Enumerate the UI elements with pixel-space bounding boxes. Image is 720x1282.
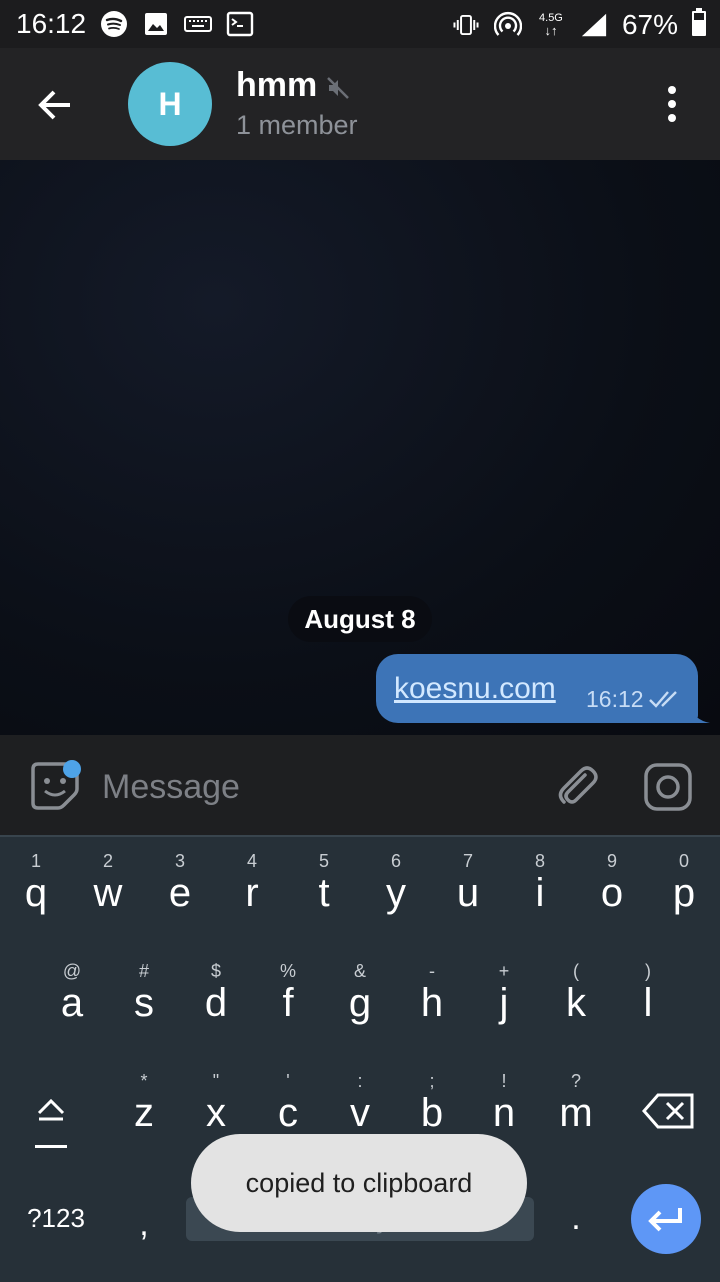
- key-q[interactable]: 1q: [0, 851, 72, 915]
- period-key[interactable]: .: [554, 1199, 598, 1238]
- hotspot-icon: [493, 11, 522, 39]
- vibrate-icon: [452, 11, 480, 39]
- member-count: 1 member: [236, 110, 358, 140]
- key-z[interactable]: * z: [108, 1071, 180, 1135]
- key-d[interactable]: $ d: [180, 961, 252, 1025]
- key-l[interactable]: ) l: [612, 961, 684, 1025]
- camera-icon: [644, 763, 692, 811]
- shift-key[interactable]: [22, 1087, 80, 1157]
- key-y[interactable]: 6y: [360, 851, 432, 915]
- battery-icon: [692, 8, 706, 41]
- key-o[interactable]: 9o: [576, 851, 648, 915]
- key-j[interactable]: + j: [468, 961, 540, 1025]
- terminal-icon: [226, 10, 254, 38]
- key-h[interactable]: -h: [396, 961, 468, 1025]
- chat-header: H hmm 1 member: [0, 48, 720, 160]
- system-icons: 4.5G ↓↑ 67%: [452, 8, 706, 41]
- key-r[interactable]: 4r: [216, 851, 288, 915]
- comma-key[interactable]: ,: [122, 1205, 166, 1244]
- key-g[interactable]: & g: [324, 961, 396, 1025]
- network-type-icon: 4.5G ↓↑: [539, 11, 563, 38]
- attach-button[interactable]: [552, 761, 602, 811]
- key-p[interactable]: 0p: [648, 851, 720, 915]
- key-m[interactable]: ? m: [540, 1071, 612, 1135]
- key-f[interactable]: % f: [252, 961, 324, 1025]
- key-i[interactable]: 8i: [504, 851, 576, 915]
- message-input[interactable]: [100, 763, 524, 811]
- enter-key[interactable]: [631, 1184, 701, 1254]
- backspace-key[interactable]: [640, 1089, 698, 1133]
- key-w[interactable]: 2w: [72, 851, 144, 915]
- notification-icons: [100, 10, 254, 38]
- symbols-key[interactable]: ?123: [14, 1203, 98, 1234]
- key-s[interactable]: # s: [108, 961, 180, 1025]
- more-menu-button[interactable]: [654, 84, 690, 124]
- key-e[interactable]: 3e: [144, 851, 216, 915]
- signal-icon: [580, 11, 608, 39]
- status-bar: 16:12 4.5G ↓↑ 67%: [0, 0, 720, 48]
- bubble-tail: [690, 706, 710, 723]
- shift-icon: [35, 1098, 67, 1148]
- message-list[interactable]: August 8 koesnu.com 16:12: [0, 160, 720, 735]
- message-bubble[interactable]: koesnu.com 16:12: [376, 654, 698, 723]
- key-t[interactable]: 5t: [288, 851, 360, 915]
- back-button[interactable]: [34, 84, 76, 126]
- battery-percent: 67%: [621, 8, 678, 40]
- message-link[interactable]: koesnu.com: [394, 672, 556, 706]
- message-time: 16:12: [586, 686, 644, 712]
- double-check-icon: [649, 691, 677, 708]
- more-vertical-icon: [668, 86, 676, 122]
- key-c[interactable]: ' c: [252, 1071, 324, 1135]
- backspace-icon: [642, 1093, 694, 1129]
- paperclip-icon: [558, 766, 598, 804]
- toast-message: copied to clipboard: [191, 1134, 527, 1232]
- arrow-left-icon: [38, 90, 70, 120]
- key-k[interactable]: (k: [540, 961, 612, 1025]
- key-b[interactable]: ; b: [396, 1071, 468, 1135]
- date-separator: August 8: [288, 596, 432, 642]
- chat-avatar[interactable]: H: [128, 62, 212, 146]
- gallery-icon: [142, 10, 170, 38]
- key-n[interactable]: ! n: [468, 1071, 540, 1135]
- enter-arrow-icon: [648, 1208, 682, 1232]
- chat-title[interactable]: hmm: [236, 66, 317, 105]
- keyboard-icon: [184, 10, 212, 38]
- composer: [0, 735, 720, 835]
- key-x[interactable]: " x: [180, 1071, 252, 1135]
- key-u[interactable]: 7u: [432, 851, 504, 915]
- notification-dot: [63, 760, 81, 778]
- status-time: 16:12: [16, 8, 87, 39]
- camera-button[interactable]: [642, 761, 694, 813]
- key-a[interactable]: @ a: [36, 961, 108, 1025]
- muted-icon: [326, 76, 350, 100]
- key-v[interactable]: :v: [324, 1071, 396, 1135]
- spotify-icon: [100, 10, 128, 38]
